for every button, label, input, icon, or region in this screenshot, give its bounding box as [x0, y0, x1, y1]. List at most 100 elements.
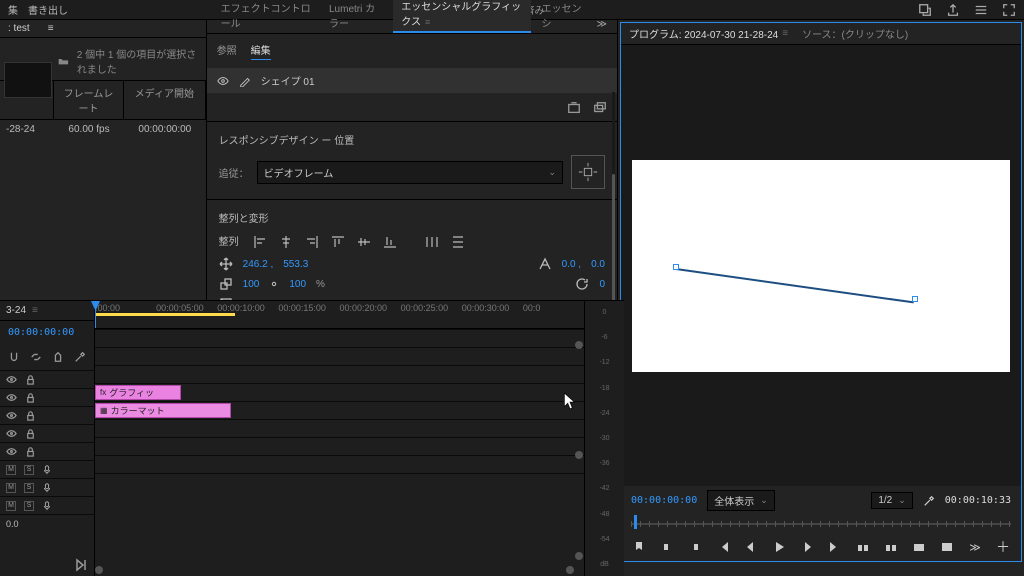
timeline-playhead[interactable]: [95, 301, 96, 328]
align-right-icon[interactable]: [303, 233, 321, 251]
extract-button[interactable]: [883, 539, 899, 555]
track-v1[interactable]: fxグラフィッ: [95, 383, 584, 401]
monitor-current-timecode[interactable]: 00:00:00:00: [631, 495, 697, 506]
timeline-settings-icon[interactable]: [74, 350, 86, 364]
lock-icon[interactable]: [25, 428, 36, 439]
track-header-a2[interactable]: MS: [0, 478, 94, 496]
track-a2[interactable]: [95, 437, 584, 455]
eye-icon[interactable]: [6, 428, 17, 439]
tab-program-monitor[interactable]: プログラム: 2024-07-30 21-28-24≡: [629, 26, 788, 41]
pin-edges-widget[interactable]: [571, 155, 605, 189]
track-a3[interactable]: [95, 455, 584, 473]
track-header-v2[interactable]: [0, 406, 94, 424]
track-video-bottom[interactable]: ▦カラーマット: [95, 401, 584, 419]
lock-icon[interactable]: [25, 410, 36, 421]
mark-out-button[interactable]: [687, 539, 703, 555]
eye-icon[interactable]: [6, 374, 17, 385]
selected-clip-thumbnail[interactable]: [4, 62, 52, 98]
align-left-icon[interactable]: [251, 233, 269, 251]
voiceover-icon[interactable]: [42, 501, 52, 511]
tab-essential-graphics[interactable]: エッセンシャルグラフィックス≡: [393, 0, 531, 33]
voiceover-icon[interactable]: [42, 483, 52, 493]
eye-icon[interactable]: [6, 410, 17, 421]
monitor-scrub-bar[interactable]: [631, 515, 1011, 533]
subtab-edit[interactable]: 編集: [251, 42, 271, 60]
track-header-v1[interactable]: [0, 424, 94, 442]
subtab-browse[interactable]: 参照: [217, 42, 237, 60]
comparison-view-button[interactable]: [939, 539, 955, 555]
distribute-h-icon[interactable]: [423, 233, 441, 251]
position-y[interactable]: 553.3: [283, 259, 308, 270]
voiceover-icon[interactable]: [42, 465, 52, 475]
workspaces-icon[interactable]: [974, 3, 988, 17]
button-editor-icon[interactable]: ＋: [995, 539, 1011, 555]
fullscreen-icon[interactable]: [1002, 3, 1016, 17]
menu-item-export[interactable]: 書き出し: [28, 2, 68, 17]
menu-item-edit-trunc[interactable]: 集: [8, 2, 18, 17]
scale-h[interactable]: 100: [289, 279, 306, 290]
align-top-icon[interactable]: [329, 233, 347, 251]
tab-effect-controls[interactable]: エフェクトコントロール: [213, 0, 319, 33]
track-header-master[interactable]: 0.0: [0, 514, 94, 532]
eye-icon[interactable]: [6, 392, 17, 403]
track-v4[interactable]: [95, 329, 584, 347]
step-forward-button[interactable]: [799, 539, 815, 555]
scale-w[interactable]: 100: [243, 279, 260, 290]
lock-icon[interactable]: [25, 446, 36, 457]
go-to-in-button[interactable]: [715, 539, 731, 555]
tab-essential-sound-trunc[interactable]: エッセンシ: [533, 0, 590, 33]
timeline-timecode[interactable]: 00:00:00:00: [0, 321, 94, 350]
align-bottom-icon[interactable]: [381, 233, 399, 251]
timeline-tab[interactable]: 3-24≡: [0, 301, 94, 321]
anchor-y[interactable]: 0.0: [591, 259, 605, 270]
rotation-value[interactable]: 0: [599, 279, 605, 290]
shape-handle-start[interactable]: [673, 264, 679, 270]
share-icon[interactable]: [946, 3, 960, 17]
goto-end-icon[interactable]: [74, 558, 88, 572]
shape-handle-end[interactable]: [912, 296, 918, 302]
mute-button[interactable]: M: [6, 483, 16, 493]
position-x[interactable]: 246.2 ,: [243, 259, 274, 270]
shape-line[interactable]: [676, 268, 914, 303]
marker-icon[interactable]: [52, 350, 64, 364]
export-frame-button[interactable]: [911, 539, 927, 555]
solo-button[interactable]: S: [24, 465, 34, 475]
project-panel-tab[interactable]: : test≡: [0, 20, 206, 38]
col-framerate[interactable]: フレームレート: [54, 81, 124, 119]
track-header-a3[interactable]: MS: [0, 496, 94, 514]
clip-graphic[interactable]: fxグラフィッ: [95, 385, 181, 400]
anchor-x[interactable]: 0.0 ,: [562, 259, 581, 270]
eye-icon[interactable]: [6, 446, 17, 457]
tab-source-monitor[interactable]: ソース：(クリップなし): [802, 26, 908, 41]
align-vcenter-icon[interactable]: [355, 233, 373, 251]
track-header-v3[interactable]: [0, 388, 94, 406]
add-marker-button[interactable]: [631, 539, 647, 555]
distribute-v-icon[interactable]: [449, 233, 467, 251]
transport-overflow-icon[interactable]: ≫: [967, 539, 983, 555]
settings-icon[interactable]: [923, 495, 935, 507]
tab-lumetri-color[interactable]: Lumetri カラー: [321, 0, 391, 33]
work-area-bar[interactable]: [95, 313, 235, 316]
link-icon[interactable]: [269, 279, 279, 289]
timeline-body[interactable]: :00:0000:00:05:0000:00:10:0000:00:15:000…: [95, 301, 584, 576]
quick-export-icon[interactable]: [918, 3, 932, 17]
tabs-overflow-icon[interactable]: ≫: [593, 16, 611, 33]
new-layer-icon[interactable]: [567, 101, 581, 115]
step-back-button[interactable]: [743, 539, 759, 555]
lock-icon[interactable]: [25, 374, 36, 385]
go-to-out-button[interactable]: [827, 539, 843, 555]
solo-button[interactable]: S: [24, 501, 34, 511]
time-ruler[interactable]: :00:0000:00:05:0000:00:10:0000:00:15:000…: [95, 301, 584, 329]
resolution-select[interactable]: 1/2⌄: [871, 492, 912, 509]
monitor-playhead[interactable]: [631, 515, 640, 529]
zoom-fit-select[interactable]: 全体表示⌄: [707, 490, 775, 511]
track-header-video-bottom[interactable]: [0, 442, 94, 460]
mute-button[interactable]: M: [6, 501, 16, 511]
track-header-v4[interactable]: [0, 370, 94, 388]
track-header-a1[interactable]: MS: [0, 460, 94, 478]
timeline-hscroll[interactable]: [95, 566, 574, 574]
pin-to-select[interactable]: ビデオフレーム⌄: [257, 161, 563, 184]
track-master[interactable]: [95, 473, 584, 491]
timeline-vscroll[interactable]: [574, 341, 584, 560]
mark-in-button[interactable]: [659, 539, 675, 555]
